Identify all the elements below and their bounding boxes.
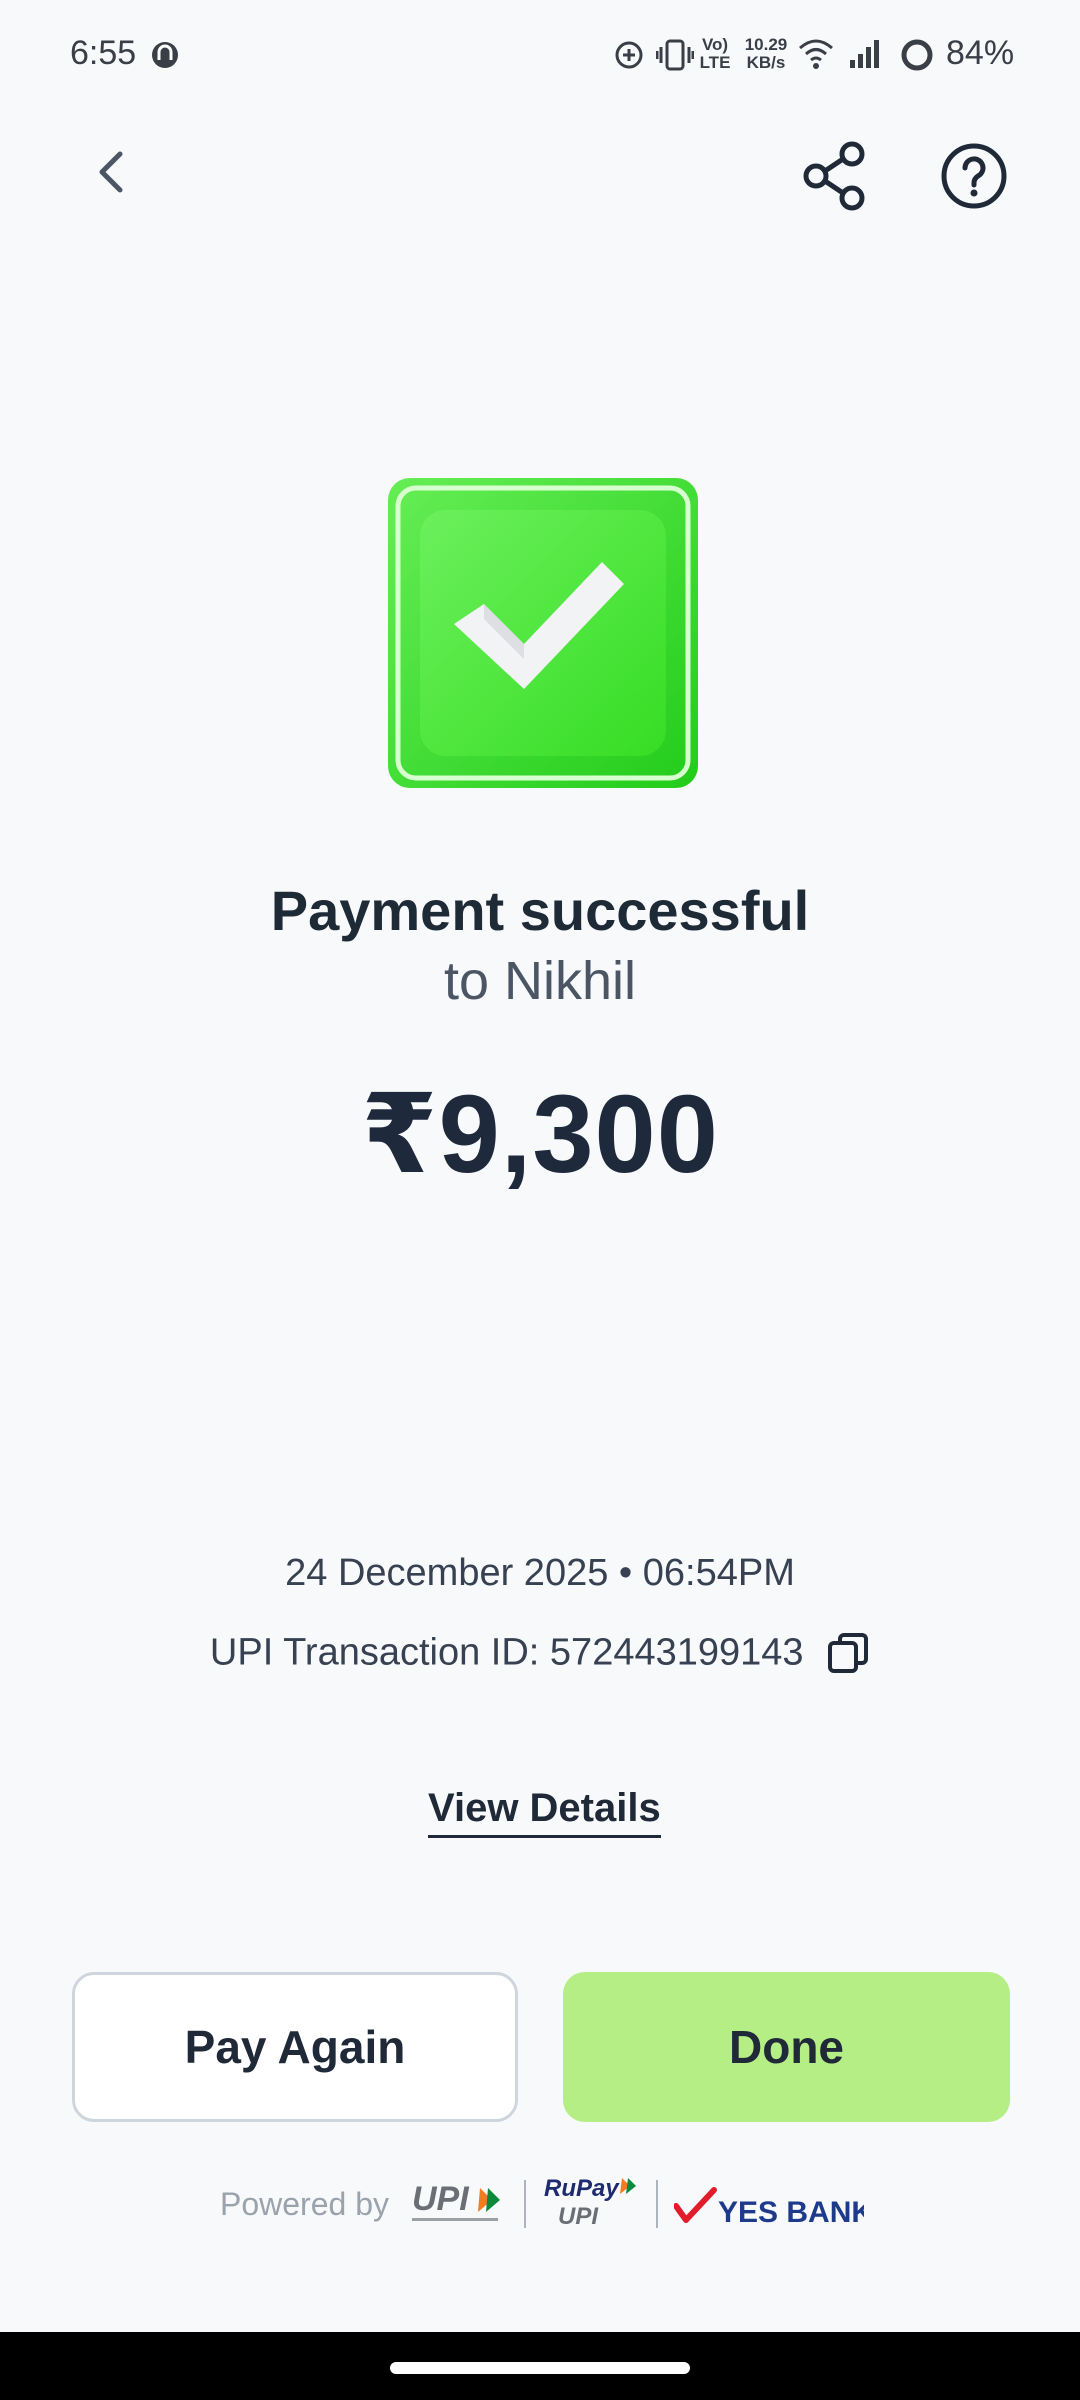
vibrate-icon bbox=[656, 39, 694, 71]
bank-name: YES BANK bbox=[718, 2196, 864, 2229]
home-indicator[interactable] bbox=[390, 2362, 690, 2374]
transaction-id: UPI Transaction ID: 572443199143 bbox=[209, 1631, 804, 1674]
back-button[interactable] bbox=[80, 140, 144, 204]
copy-icon[interactable] bbox=[826, 1631, 870, 1675]
rupay-upi-logo: RuPay UPI bbox=[544, 2175, 636, 2230]
rupay-logo-text: RuPay bbox=[544, 2175, 620, 2202]
share-icon[interactable] bbox=[800, 140, 872, 212]
transaction-datetime: 24 December 2025 • 06:54PM bbox=[285, 1552, 795, 1594]
help-circle-icon[interactable] bbox=[938, 140, 1010, 212]
app-notification-icon bbox=[152, 42, 178, 68]
success-check-icon bbox=[388, 478, 698, 788]
done-button[interactable]: Done bbox=[563, 1972, 1010, 2122]
data-saver-icon bbox=[615, 41, 643, 69]
view-details-link[interactable]: View Details bbox=[428, 1786, 661, 1838]
signal-icon bbox=[850, 40, 879, 68]
payment-amount: ₹9,300 bbox=[361, 1073, 719, 1196]
network-speed-unit: KB/s bbox=[746, 53, 786, 72]
status-bar: 6:55 Vo) LTE 10.29 KB/s 84% bbox=[0, 0, 1080, 110]
transaction-id-row: UPI Transaction ID: 572443199143 bbox=[0, 1630, 1080, 1675]
payment-status-title: Payment successful bbox=[270, 879, 810, 942]
wifi-icon bbox=[799, 39, 833, 69]
pay-again-button[interactable]: Pay Again bbox=[72, 1972, 518, 2122]
logo-divider bbox=[656, 2180, 658, 2228]
network-speed: 10.29 KB/s bbox=[740, 36, 792, 72]
status-time: 6:55 bbox=[70, 34, 137, 72]
rupay-upi-logo-text: UPI bbox=[558, 2203, 599, 2230]
powered-by-label: Powered by bbox=[220, 2186, 389, 2222]
recipient-label: to Nikhil bbox=[443, 951, 637, 1011]
battery-level: 84% bbox=[946, 34, 1015, 72]
upi-logo-text: UPI bbox=[412, 2180, 470, 2218]
network-type: Vo) LTE bbox=[699, 35, 731, 72]
network-speed-value: 10.29 bbox=[744, 35, 788, 54]
logo-divider bbox=[524, 2180, 526, 2228]
yes-bank-logo: YES BANK bbox=[674, 2187, 864, 2229]
battery-ring-icon bbox=[901, 39, 933, 71]
upi-logo: UPI bbox=[412, 2180, 500, 2221]
